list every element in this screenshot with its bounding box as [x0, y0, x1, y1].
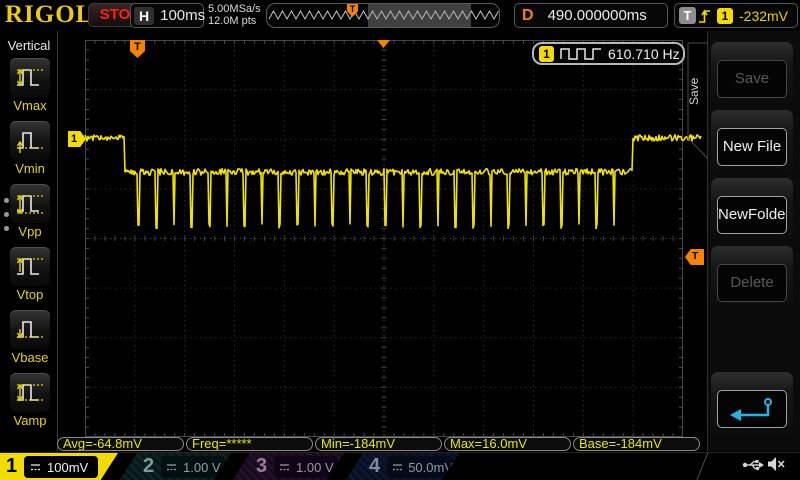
frequency-counter: 1 610.710 Hz: [532, 42, 685, 65]
h-label: H: [134, 7, 154, 25]
return-arrow-icon: [726, 396, 778, 422]
memory-position-bar: T: [266, 3, 500, 28]
page-indicator-dot: [4, 226, 9, 231]
trigger-level-value: -232mV: [739, 8, 788, 24]
menu-button-label: Save: [717, 60, 787, 98]
d-label: D: [522, 7, 534, 25]
sidebar-item-label: Vbase: [9, 350, 51, 365]
measurement-freq: Freq=*****: [186, 437, 313, 451]
sidebar-item-vmax[interactable]: Vmax: [9, 58, 51, 113]
channel1-status[interactable]: 1 100mV: [0, 453, 118, 480]
menu-tab-label: Save: [687, 46, 704, 136]
channel3-scale: 1.00 V: [296, 460, 334, 475]
vamp-icon: [10, 373, 50, 412]
dc-coupling-icon: [391, 462, 403, 473]
channel4-status[interactable]: 4 50.0mV: [345, 453, 459, 480]
channel2-scale: 1.00 V: [183, 460, 221, 475]
sample-rate: 5.00MSa/s: [208, 3, 261, 15]
menu-button-return[interactable]: [711, 372, 793, 434]
vbase-icon: [10, 310, 50, 349]
delay-value: 490.000000ms: [548, 7, 647, 24]
usb-icon: [742, 458, 764, 472]
sidebar-item-vamp[interactable]: Vamp: [9, 373, 51, 428]
display-window-indicator: [368, 4, 471, 28]
sidebar-item-vtop[interactable]: Vtop: [9, 247, 51, 302]
trigger-source-badge: 1: [717, 8, 733, 24]
counter-source-badge: 1: [539, 46, 554, 62]
measurement-max: Max=16.0mV: [444, 437, 571, 451]
channel4-number: 4: [369, 455, 380, 478]
page-indicator-dot: [4, 212, 9, 217]
menu-button-label: Delete: [717, 264, 787, 302]
channel2-status[interactable]: 2 1.00 V: [119, 453, 231, 480]
menu-button-label: NewFolder: [717, 196, 787, 234]
t-label: T: [679, 7, 696, 24]
h-scale-value: 100ms: [160, 7, 205, 24]
measurement-base: Base=-184mV: [573, 437, 700, 451]
vmax-icon: [10, 58, 50, 97]
memory-depth: 12.0M pts: [208, 15, 261, 27]
vpp-icon: [10, 184, 50, 223]
channel4-scale: 50.0mV: [408, 460, 453, 475]
graticule: [85, 40, 683, 437]
trigger-level-marker[interactable]: T: [685, 249, 704, 265]
delay-badge: D 490.000000ms: [514, 3, 668, 28]
horizontal-scale-badge: H 100ms: [130, 3, 204, 28]
menu-button-new-file[interactable]: New File: [711, 110, 793, 172]
channel2-number: 2: [143, 455, 154, 478]
channel-status-bar: 1 100mV 2 1.00 V 3: [0, 452, 800, 480]
menu-button-label: New File: [717, 128, 787, 166]
sidebar-item-label: Vmin: [9, 161, 51, 176]
trigger-badge: T 1 -232mV: [674, 3, 798, 28]
dc-coupling-icon: [278, 462, 291, 473]
acquisition-info: 5.00MSa/s 12.0M pts: [208, 3, 261, 27]
oscilloscope-screen: RIGOL STOP H 100ms 5.00MSa/s 12.0M pts T…: [0, 0, 800, 480]
sidebar-item-label: Vpp: [9, 224, 51, 239]
vtop-icon: [10, 247, 50, 286]
sidebar-item-label: Vtop: [9, 287, 51, 302]
rigol-logo: RIGOL: [5, 1, 93, 29]
sidebar-title: Vertical: [0, 38, 58, 53]
menu-button-new-folder[interactable]: NewFolder: [711, 178, 793, 240]
channel1-scale: 100mV: [47, 460, 88, 475]
menu-button-face: [717, 390, 787, 428]
dc-coupling-icon: [29, 462, 42, 473]
counter-value: 610.710 Hz: [608, 46, 680, 62]
dc-coupling-icon: [165, 462, 178, 473]
sidebar-item-vpp[interactable]: Vpp: [9, 184, 51, 239]
menu-button-save[interactable]: Save: [711, 42, 793, 104]
vmin-icon: [10, 121, 50, 160]
channel1-number: 1: [6, 455, 17, 478]
sidebar-item-vmin[interactable]: Vmin: [9, 121, 51, 176]
sidebar-item-label: Vamp: [9, 413, 51, 428]
speaker-muted-icon: [766, 455, 786, 473]
menu-button-delete[interactable]: Delete: [711, 246, 793, 308]
channel1-offset-marker[interactable]: 1: [68, 131, 86, 147]
page-indicator-dot: [4, 198, 9, 203]
rising-edge-icon: [696, 7, 713, 25]
measurement-min: Min=-184mV: [315, 437, 442, 451]
measurement-avg: Avg=-64.8mV: [57, 437, 184, 451]
sidebar-item-vbase[interactable]: Vbase: [9, 310, 51, 365]
pulse-train-icon: [560, 46, 602, 61]
vertical-measure-sidebar: Vertical Vmax Vmin Vpp Vtop Vbase Vamp: [0, 31, 58, 451]
channel3-number: 3: [256, 455, 267, 478]
channel3-status[interactable]: 3 1.00 V: [232, 453, 344, 480]
sidebar-item-label: Vmax: [9, 98, 51, 113]
top-bar: RIGOL STOP H 100ms 5.00MSa/s 12.0M pts T…: [0, 0, 800, 31]
